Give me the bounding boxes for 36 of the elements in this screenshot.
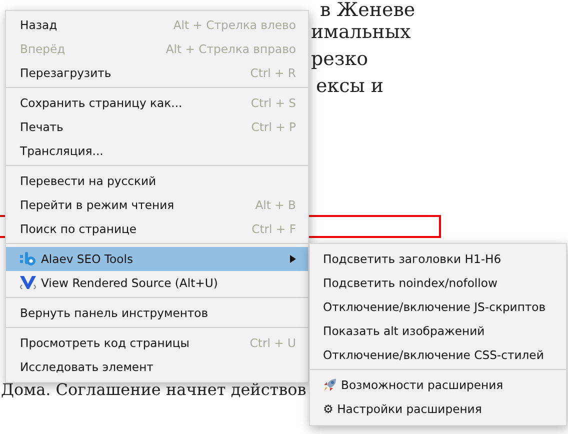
menu-item[interactable]: Просмотреть код страницы Ctrl + U [6, 331, 308, 355]
menu-item[interactable]: Печать Ctrl + P [6, 115, 308, 139]
shortcut-text: Ctrl + S [250, 96, 296, 110]
extension-icon [20, 252, 36, 266]
article-text: Дома. Соглашение начнет действов [1, 381, 306, 399]
shortcut-text: Alt + Стрелка влево [173, 18, 296, 32]
shortcut-text: Alt + Стрелка вправо [166, 42, 296, 56]
shortcut-text: Ctrl + F [252, 222, 296, 236]
shortcut-text: Alt + B [255, 198, 296, 212]
menu-item[interactable]: Подсветить заголовки H1-H6 [310, 247, 566, 271]
shortcut-text: Ctrl + R [250, 66, 296, 80]
menu-item[interactable]: Исследовать элемент [6, 355, 308, 379]
article-text: резко [311, 48, 368, 70]
article-text: имальных [311, 21, 411, 43]
menu-item[interactable]: Alaev SEO Tools [6, 247, 308, 271]
menu-item[interactable]: Возможности расширения [310, 373, 566, 397]
menu-item[interactable]: Отключение/включение CSS-стилей [310, 343, 566, 367]
article-text: в Женеве [320, 0, 416, 20]
v-logo-icon [20, 276, 36, 290]
menu-item[interactable]: Назад Alt + Стрелка влево [6, 13, 308, 37]
menu-item[interactable]: Поиск по странице Ctrl + F [6, 217, 308, 241]
menu-item[interactable]: ⚙ Настройки расширения [310, 397, 566, 421]
menu-item[interactable]: Показать alt изображений [310, 319, 566, 343]
menu-item[interactable]: Трансляция... [6, 139, 308, 163]
menu-item[interactable]: Перезагрузить Ctrl + R [6, 61, 308, 85]
rocket-icon [323, 378, 337, 392]
menu-item[interactable]: Вернуть панель инструментов [6, 301, 308, 325]
menu-item[interactable]: Перевести на русский [6, 169, 308, 193]
shortcut-text: Ctrl + P [251, 120, 296, 134]
menu-item[interactable]: Сохранить страницу как... Ctrl + S [6, 91, 308, 115]
article-text: ексы и [316, 75, 384, 97]
menu-item[interactable]: View Rendered Source (Alt+U) [6, 271, 308, 295]
shortcut-text: Ctrl + U [250, 336, 296, 350]
menu-item[interactable]: Подсветить noindex/nofollow [310, 271, 566, 295]
menu-item[interactable]: Отключение/включение JS-скриптов [310, 295, 566, 319]
menu-item[interactable]: Перейти в режим чтения Alt + B [6, 193, 308, 217]
